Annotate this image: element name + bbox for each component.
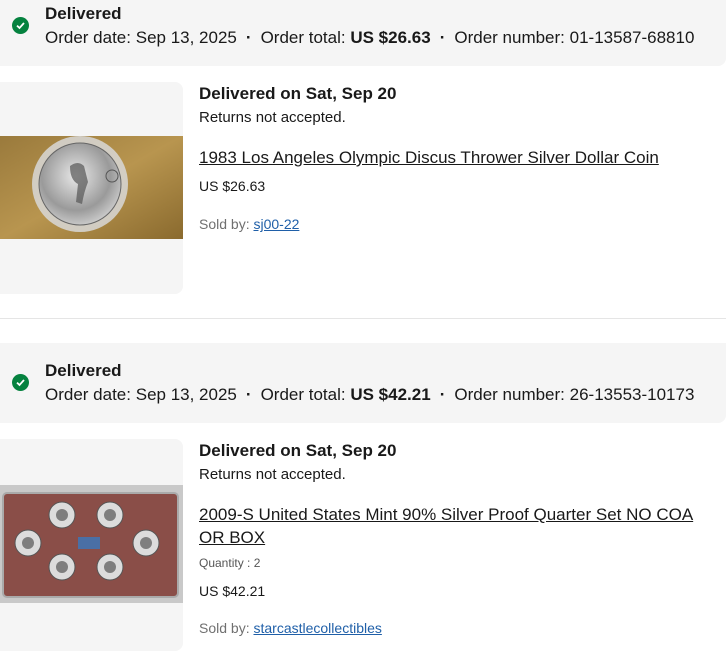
coin-photo xyxy=(0,136,183,239)
order-total: US $42.21 xyxy=(350,385,431,404)
order-number: 01-13587-68810 xyxy=(569,28,695,47)
returns-policy: Returns not accepted. xyxy=(199,466,346,483)
item-title-link[interactable]: 2009-S United States Mint 90% Silver Pro… xyxy=(199,503,719,549)
item-image[interactable] xyxy=(0,82,183,294)
order-status: Delivered xyxy=(45,4,122,23)
order-meta: Order date: Sep 13, 2025 · Order total: US… xyxy=(45,28,695,47)
delivery-date: Delivered on Sat, Sep 20 xyxy=(199,84,397,103)
seller-link[interactable]: sj00-22 xyxy=(253,216,299,232)
order-total: US $26.63 xyxy=(350,28,431,47)
order-header: Delivered Order date: Sep 13, 2025 · Order… xyxy=(0,343,726,423)
seller-link[interactable]: starcastlecollectibles xyxy=(253,620,381,636)
returns-policy: Returns not accepted. xyxy=(199,109,346,126)
item-quantity: Quantity : 2 xyxy=(199,556,261,570)
seller-line: Sold by: sj00-22 xyxy=(199,216,300,232)
proof-set-photo xyxy=(0,485,183,603)
order-header: Delivered Order date: Sep 13, 2025 · Order… xyxy=(0,0,726,66)
seller-line: Sold by: starcastlecollectibles xyxy=(199,620,382,636)
divider xyxy=(0,318,726,319)
item-price: US $42.21 xyxy=(199,583,266,599)
order-status: Delivered xyxy=(45,361,122,380)
order-meta: Order date: Sep 13, 2025 · Order total: US… xyxy=(45,385,695,404)
delivery-date: Delivered on Sat, Sep 20 xyxy=(199,441,397,460)
check-circle-icon xyxy=(12,17,29,34)
check-circle-icon xyxy=(12,374,29,391)
item-title-link[interactable]: 1983 Los Angeles Olympic Discus Thrower … xyxy=(199,146,719,169)
order-number: 26-13553-10173 xyxy=(569,385,695,404)
order-date: Sep 13, 2025 xyxy=(135,385,237,404)
order-date: Sep 13, 2025 xyxy=(135,28,237,47)
item-image[interactable] xyxy=(0,439,183,651)
item-price: US $26.63 xyxy=(199,178,266,194)
